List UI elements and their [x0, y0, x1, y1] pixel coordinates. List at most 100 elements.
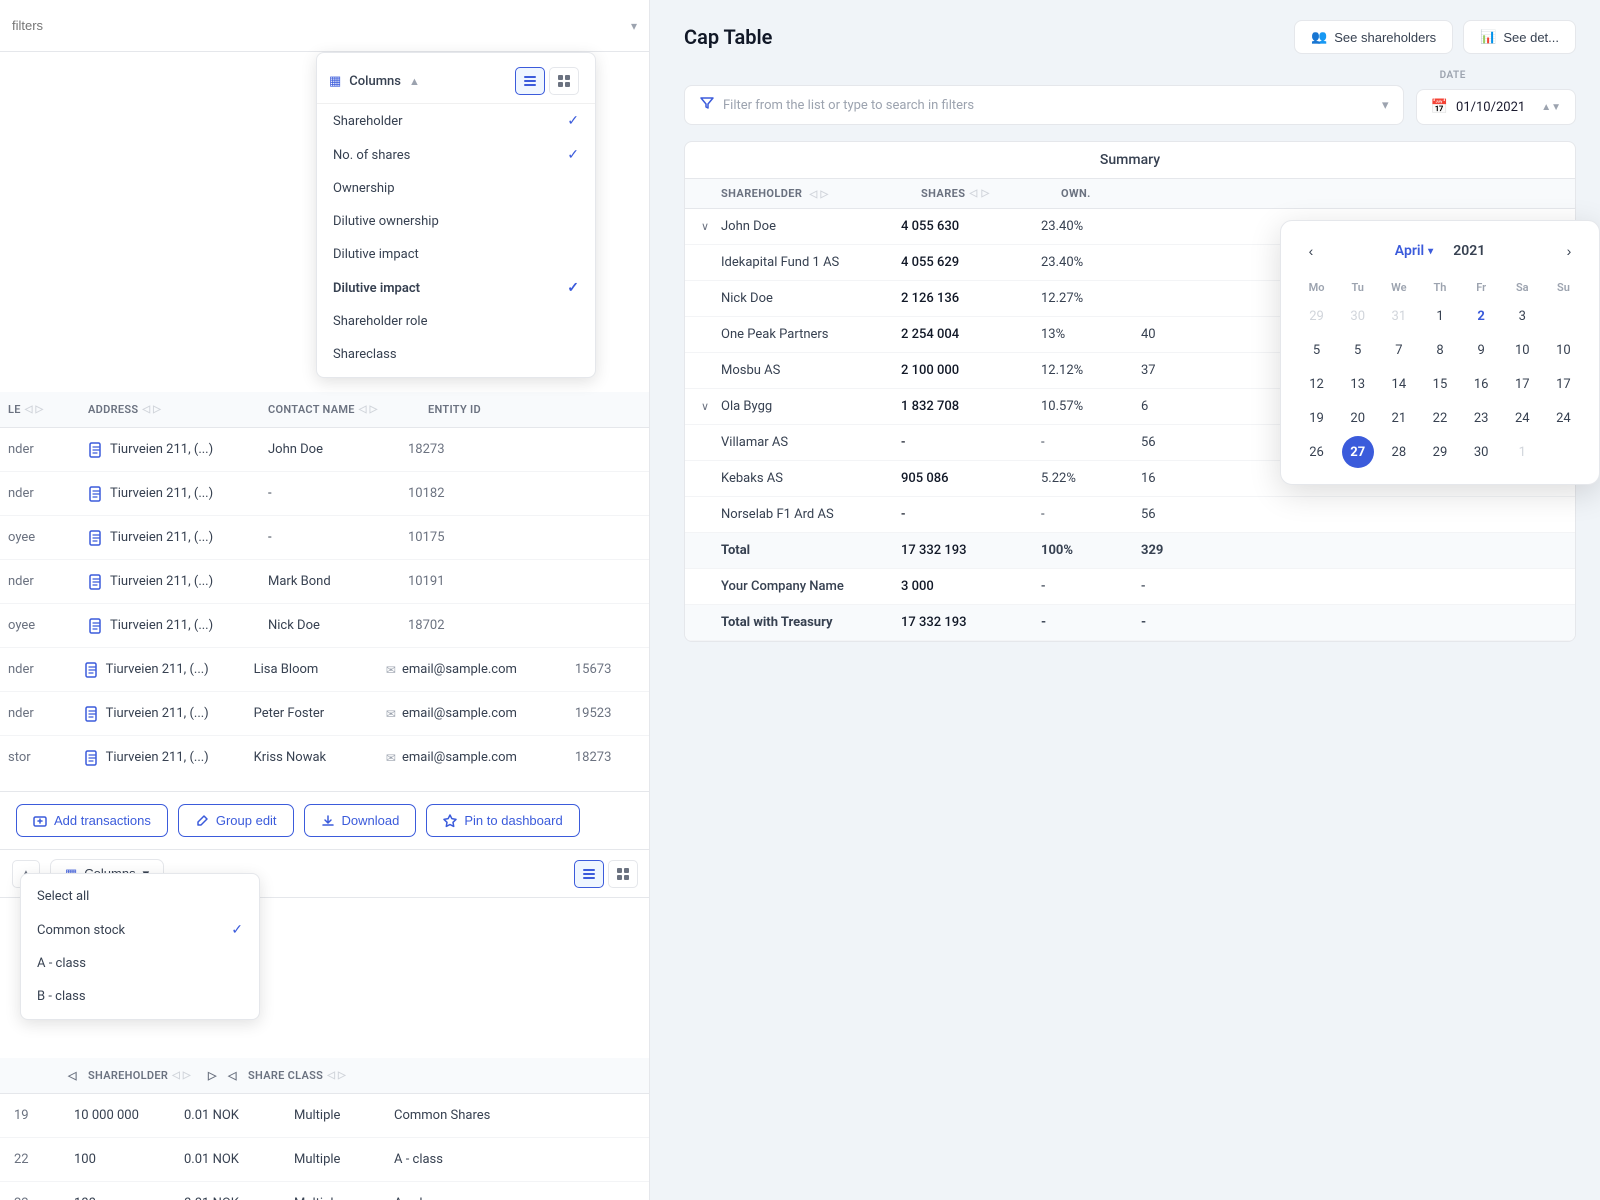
calendar-day[interactable]: 13 — [1342, 368, 1374, 400]
calendar-day[interactable]: 5 — [1301, 334, 1333, 366]
group-edit-button[interactable]: Group edit — [178, 804, 294, 837]
column-item[interactable]: Shareholder role — [317, 305, 595, 338]
date-input[interactable]: 📅 01/10/2021 ▲▼ — [1416, 89, 1576, 125]
calendar-day[interactable]: 30 — [1465, 436, 1497, 468]
address-text: Tiurveien 211, (...) — [106, 706, 209, 721]
calendar-day[interactable]: 19 — [1301, 402, 1333, 434]
table-row[interactable]: nder Tiurveien 211, (...) John Doe 18273 — [0, 428, 649, 472]
calendar-day[interactable]: 29 — [1301, 300, 1333, 332]
see-details-btn[interactable]: 📊 See det... — [1463, 20, 1576, 54]
see-shareholders-btn[interactable]: 👥 See shareholders — [1294, 20, 1453, 54]
cell-address: Tiurveien 211, (...) — [84, 662, 254, 678]
calendar-day[interactable]: 28 — [1383, 436, 1415, 468]
add-transactions-button[interactable]: Add transactions — [16, 804, 168, 837]
calendar-day[interactable]: 29 — [1424, 436, 1456, 468]
calendar-day[interactable]: 31 — [1383, 300, 1415, 332]
table-row[interactable]: nder Tiurveien 211, (...) Mark Bond 1019… — [0, 560, 649, 604]
calendar-day[interactable]: 27 — [1342, 436, 1374, 468]
calendar-day-su[interactable]: 24 — [1547, 402, 1579, 434]
calendar-next-btn[interactable]: › — [1555, 237, 1583, 265]
download-button[interactable]: Download — [304, 804, 417, 837]
calendar-day[interactable]: 2 — [1465, 300, 1497, 332]
table-row[interactable]: nder Tiurveien 211, (...) Lisa Bloom ✉ e… — [0, 648, 649, 692]
col-contact[interactable]: CONTACT NAME ◁ ▷ — [268, 403, 428, 416]
email-icon: ✉ — [386, 707, 396, 721]
col-le[interactable]: LE ◁ ▷ — [8, 403, 88, 416]
bottom-col-left-arrow2[interactable]: ◁ — [228, 1069, 248, 1082]
calendar-day[interactable]: 3 — [1506, 300, 1538, 332]
calendar-month-select[interactable]: April ▾ — [1387, 239, 1441, 263]
col-address[interactable]: ADDRESS ◁ ▷ — [88, 403, 268, 416]
calendar-day[interactable]: 14 — [1383, 368, 1415, 400]
bc-mult: Multiple — [288, 1196, 388, 1200]
calendar-day[interactable]: 8 — [1424, 334, 1456, 366]
cap-filter-input[interactable]: Filter from the list or type to search i… — [684, 85, 1404, 125]
shareclass-item[interactable]: A - class — [21, 947, 259, 980]
calendar-day-su[interactable] — [1547, 300, 1579, 332]
total-ownership: 100% — [1041, 543, 1141, 558]
bottom-col-shareclass[interactable]: SHARE CLASS ◁ ▷ — [248, 1069, 368, 1082]
calendar-day[interactable]: 9 — [1465, 334, 1497, 366]
calendar-prev-btn[interactable]: ‹ — [1297, 237, 1325, 265]
cell-id: 10175 — [408, 530, 478, 545]
shareclass-item[interactable]: Common stock✓ — [21, 913, 259, 947]
table-row[interactable]: oyee Tiurveien 211, (...) Nick Doe 18702 — [0, 604, 649, 648]
bottom-list-view-btn[interactable] — [574, 860, 604, 888]
table-row[interactable]: stor Tiurveien 211, (...) Kriss Nowak ✉ … — [0, 736, 649, 778]
bottom-col-shareholder[interactable]: SHAREHOLDER ◁ ▷ — [88, 1069, 208, 1082]
table-row[interactable]: nder Tiurveien 211, (...) - 10182 — [0, 472, 649, 516]
calendar-year-select[interactable]: 2021 — [1445, 239, 1493, 263]
bottom-row[interactable]: 19 10 000 000 0.01 NOK Multiple Common S… — [0, 1094, 650, 1138]
col-address-sort-icon: ◁ ▷ — [142, 404, 161, 415]
grand-total-shares: 17 332 193 — [901, 615, 1041, 630]
list-view-btn[interactable] — [515, 67, 545, 95]
calendar-day-su[interactable] — [1547, 436, 1579, 468]
table-row[interactable]: nder Tiurveien 211, (...) Peter Foster ✉… — [0, 692, 649, 736]
calendar-day[interactable]: 20 — [1342, 402, 1374, 434]
calendar-day[interactable]: 24 — [1506, 402, 1538, 434]
columns-header-left[interactable]: ▦ Columns ▲ — [329, 74, 420, 89]
calendar-day[interactable]: 30 — [1342, 300, 1374, 332]
bottom-col-left-arrow[interactable]: ◁ — [68, 1069, 88, 1082]
cap-col-shares-header[interactable]: SHARES ◁ ▷ — [921, 187, 1061, 200]
calendar-day[interactable]: 10 — [1506, 334, 1538, 366]
column-item[interactable]: Dilutive ownership — [317, 205, 595, 238]
pin-dashboard-button[interactable]: Pin to dashboard — [426, 804, 579, 837]
calendar-day[interactable]: 5 — [1342, 334, 1374, 366]
calendar-day[interactable]: 26 — [1301, 436, 1333, 468]
calendar-day[interactable]: 21 — [1383, 402, 1415, 434]
bc-price: 0.01 NOK — [178, 1152, 288, 1167]
bottom-grid-view-btn[interactable] — [608, 860, 638, 888]
calendar-day[interactable]: 23 — [1465, 402, 1497, 434]
calendar-day[interactable]: 22 — [1424, 402, 1456, 434]
shareclass-item[interactable]: B - class — [21, 980, 259, 1013]
cell-address: Tiurveien 211, (...) — [88, 486, 268, 502]
cap-shares: 2 126 136 — [901, 291, 1041, 306]
cap-col-shareholder-header[interactable]: SHAREHOLDER ◁ ▷ — [721, 187, 921, 200]
calendar-day-su[interactable]: 17 — [1547, 368, 1579, 400]
bottom-row[interactable]: 22 100 0.01 NOK Multiple A - class — [0, 1182, 650, 1200]
column-item[interactable]: Shareholder✓ — [317, 104, 595, 138]
bottom-col-right-arrow[interactable]: ▷ — [208, 1069, 228, 1082]
filter-input[interactable] — [12, 18, 631, 33]
column-item[interactable]: Dilutive impact — [317, 238, 595, 271]
cap-ownership: 12.27% — [1041, 291, 1141, 306]
action-bar: Add transactions Group edit Download Pin… — [0, 791, 650, 850]
table-row[interactable]: oyee Tiurveien 211, (...) - 10175 — [0, 516, 649, 560]
bottom-row[interactable]: 22 100 0.01 NOK Multiple A - class — [0, 1138, 650, 1182]
column-item[interactable]: Dilutive impact✓ — [317, 271, 595, 305]
column-item[interactable]: Shareclass — [317, 338, 595, 371]
calendar-day[interactable]: 1 — [1424, 300, 1456, 332]
column-item[interactable]: No. of shares✓ — [317, 138, 595, 172]
shareclass-item[interactable]: Select all — [21, 880, 259, 913]
calendar-day[interactable]: 7 — [1383, 334, 1415, 366]
column-item[interactable]: Ownership — [317, 172, 595, 205]
calendar-day[interactable]: 16 — [1465, 368, 1497, 400]
calendar-day[interactable]: 1 — [1506, 436, 1538, 468]
cell-contact: Lisa Bloom — [254, 662, 386, 677]
calendar-day[interactable]: 17 — [1506, 368, 1538, 400]
calendar-day[interactable]: 12 — [1301, 368, 1333, 400]
calendar-day-su[interactable]: 10 — [1547, 334, 1579, 366]
grid-view-btn[interactable] — [549, 67, 579, 95]
calendar-day[interactable]: 15 — [1424, 368, 1456, 400]
